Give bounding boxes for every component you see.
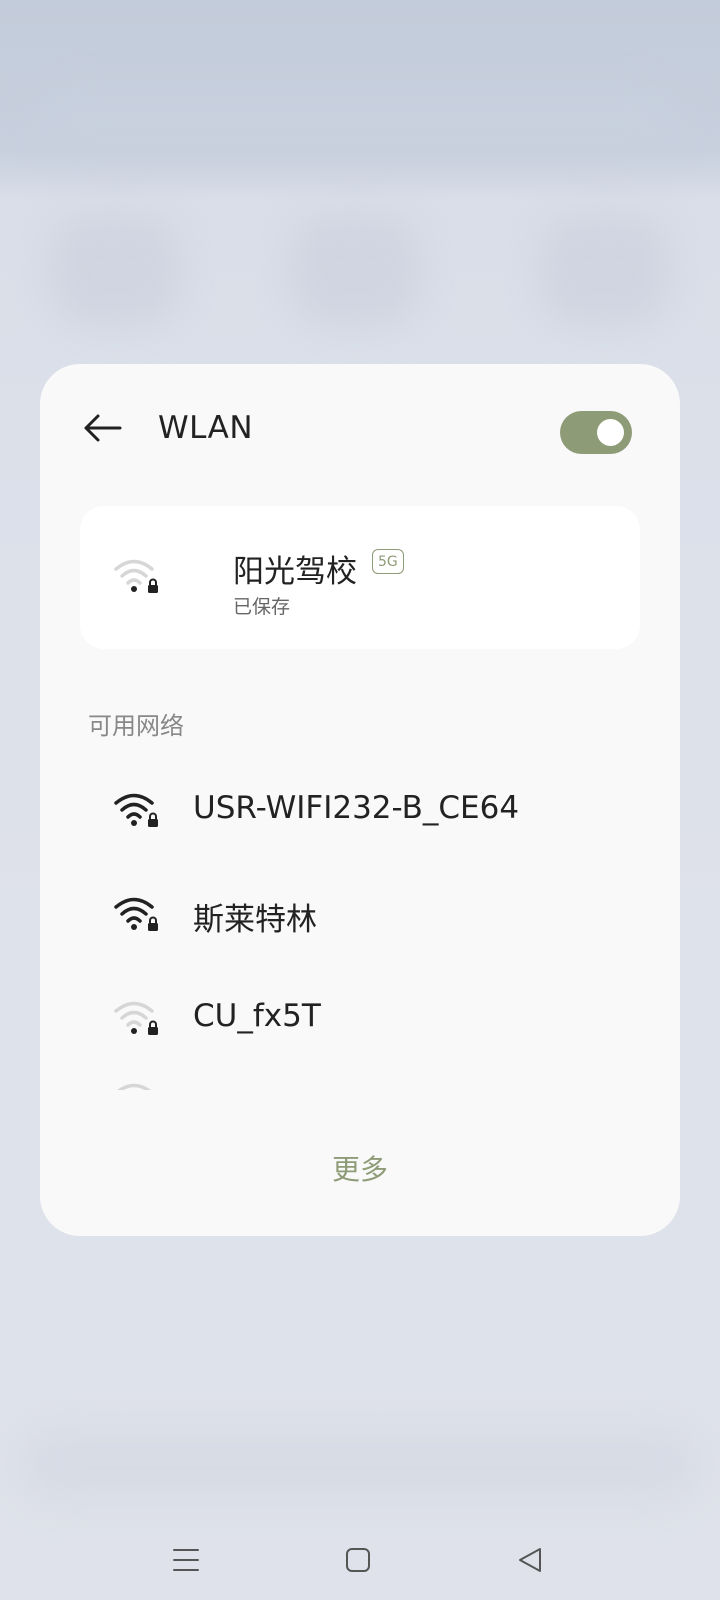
network-row[interactable]: CU_fx5T: [40, 968, 680, 1072]
wifi-full-lock-icon: [114, 793, 158, 827]
wlan-toggle[interactable]: [560, 411, 632, 454]
network-name: USR-WIFI232-B_CE64: [193, 790, 520, 826]
background-blur: [20, 1430, 700, 1500]
band-badge: 5G: [372, 549, 404, 574]
panel-header: WLAN: [40, 364, 680, 500]
back-triangle-icon: [519, 1548, 541, 1572]
wifi-weak-icon: [117, 1083, 151, 1090]
system-navbar: [0, 1520, 720, 1600]
network-row[interactable]: 斯莱特林: [40, 864, 680, 968]
background-blur: [540, 215, 670, 325]
arrow-left-icon: [84, 414, 122, 442]
home-square-icon: [346, 1548, 370, 1572]
saved-network-name: 阳光驾校: [233, 554, 357, 590]
background-blur: [50, 215, 180, 325]
network-name: CU_fx5T: [193, 998, 321, 1034]
network-row[interactable]: USR-WIFI232-B_CE64: [40, 760, 680, 864]
network-list: USR-WIFI232-B_CE64 斯莱特林 CU_fx5T: [40, 760, 680, 1090]
toggle-knob: [597, 419, 624, 446]
page-title: WLAN: [158, 410, 254, 446]
network-name: 斯莱特林: [193, 902, 317, 938]
available-networks-label: 可用网络: [88, 712, 184, 740]
background-blur: [290, 215, 420, 325]
wifi-full-lock-icon: [114, 897, 158, 931]
network-row-clipped[interactable]: [40, 1072, 680, 1090]
background-blur: [40, 90, 680, 150]
wlan-panel: WLAN 阳光驾校 5G 已保存 可用网络 USR-WIFI232-B_CE64…: [40, 364, 680, 1236]
nav-menu-button[interactable]: [156, 1530, 216, 1590]
nav-back-button[interactable]: [500, 1530, 560, 1590]
back-button[interactable]: [80, 406, 124, 450]
saved-network-card[interactable]: 阳光驾校 5G 已保存: [80, 506, 640, 649]
more-button[interactable]: 更多: [40, 1148, 680, 1188]
menu-icon: [173, 1549, 199, 1571]
nav-home-button[interactable]: [328, 1530, 388, 1590]
saved-network-status: 已保存: [233, 596, 291, 618]
wifi-weak-lock-icon: [114, 1001, 158, 1035]
wifi-weak-lock-icon: [114, 559, 158, 593]
